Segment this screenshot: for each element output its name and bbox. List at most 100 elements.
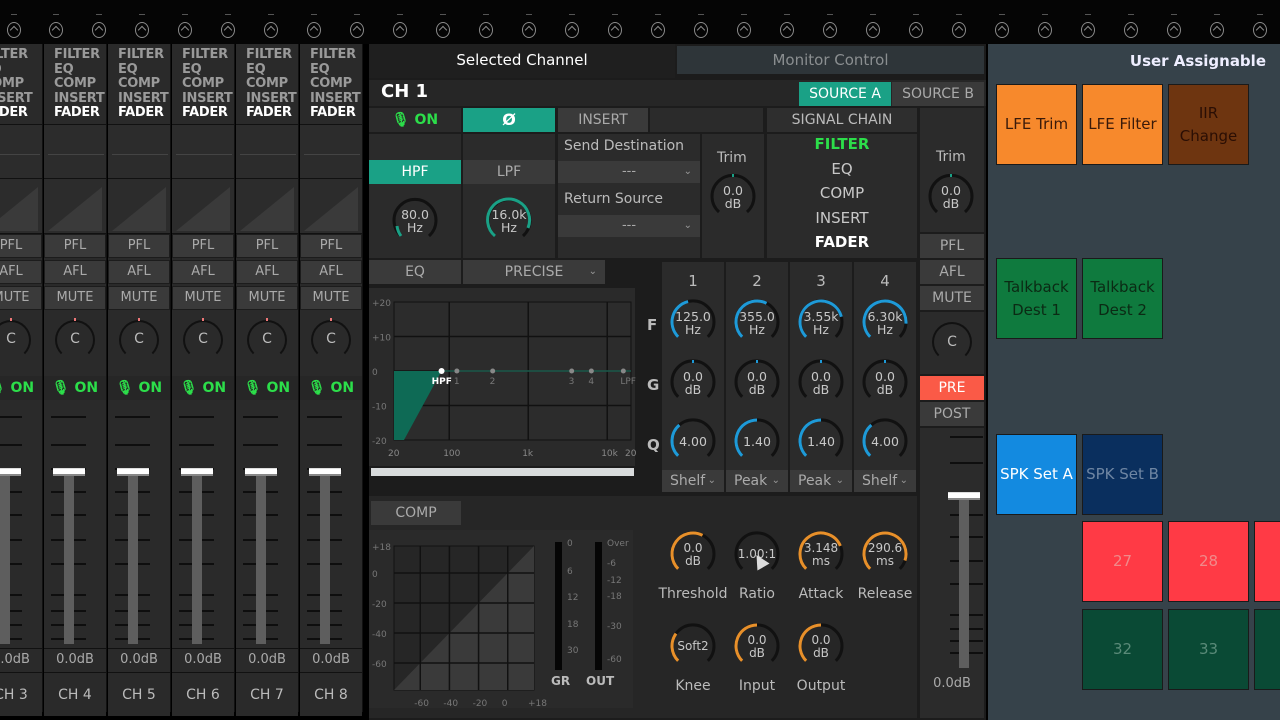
signal-chain-item[interactable]: FADER bbox=[767, 233, 917, 251]
meter-icon[interactable] bbox=[1210, 22, 1224, 38]
phase-invert-button[interactable]: Ø bbox=[463, 108, 555, 132]
signal-chain-summary[interactable]: FILTEREQCOMPINSERTFADER bbox=[310, 47, 361, 121]
eq-frequency-knob[interactable]: 3.55k Hz bbox=[797, 298, 845, 346]
afl-button[interactable]: AFL bbox=[44, 260, 106, 284]
meter-icon[interactable] bbox=[178, 22, 192, 38]
meter-icon[interactable] bbox=[737, 22, 751, 38]
signal-chain-summary[interactable]: FILTEREQCOMPINSERTFADER bbox=[182, 47, 233, 121]
meter-icon[interactable] bbox=[1038, 22, 1052, 38]
eq-graph-scrollbar[interactable] bbox=[371, 468, 634, 476]
eq-band-point[interactable] bbox=[490, 368, 496, 374]
hpf-button[interactable]: HPF bbox=[369, 160, 461, 184]
send-destination-select[interactable]: --- ⌄ bbox=[558, 161, 700, 183]
user-assignable-button[interactable]: SPK Set B bbox=[1082, 434, 1163, 515]
meter-icon[interactable] bbox=[393, 22, 407, 38]
channel-on-button[interactable]: 🎙 ON bbox=[369, 108, 461, 132]
meter-icon[interactable] bbox=[307, 22, 321, 38]
pan-knob[interactable]: C bbox=[311, 320, 351, 360]
fader-track[interactable] bbox=[128, 474, 138, 644]
eq-q-knob[interactable]: 4.00 bbox=[669, 417, 717, 465]
afl-button[interactable]: AFL bbox=[108, 260, 170, 284]
signal-chain-summary[interactable]: FILTEREQCOMPINSERTFADER bbox=[54, 47, 105, 121]
signal-chain-item[interactable]: INSERT bbox=[767, 209, 917, 227]
eq-button[interactable]: EQ bbox=[369, 260, 461, 284]
signal-chain-item[interactable]: COMP bbox=[767, 184, 917, 202]
comp-curve-thumbnail[interactable] bbox=[108, 178, 170, 234]
meter-icon[interactable] bbox=[909, 22, 923, 38]
user-assignable-button[interactable]: SPK Set A bbox=[996, 434, 1077, 515]
eq-frequency-knob[interactable]: 355.0 Hz bbox=[733, 298, 781, 346]
eq-band-point[interactable] bbox=[620, 368, 626, 374]
meter-icon[interactable] bbox=[608, 22, 622, 38]
fader-handle[interactable] bbox=[53, 468, 85, 476]
meter-icon[interactable] bbox=[135, 22, 149, 38]
mute-button[interactable]: MUTE bbox=[44, 286, 106, 310]
comp-threshold-knob[interactable]: 0.0 dB bbox=[669, 530, 717, 578]
pfl-button[interactable]: PFL bbox=[44, 234, 106, 258]
mute-button[interactable]: MUTE bbox=[108, 286, 170, 310]
eq-q-knob[interactable]: 1.40 bbox=[733, 417, 781, 465]
meter-icon[interactable] bbox=[823, 22, 837, 38]
trim-knob[interactable]: 0.0 dB bbox=[709, 172, 757, 220]
comp-curve-thumbnail[interactable] bbox=[236, 178, 298, 234]
selected-fader-handle[interactable] bbox=[948, 492, 980, 500]
eq-band-type-select[interactable]: Shelf ⌄ bbox=[854, 470, 916, 492]
comp-curve-thumbnail[interactable] bbox=[172, 178, 234, 234]
meter-icon[interactable] bbox=[264, 22, 278, 38]
meter-icon[interactable] bbox=[694, 22, 708, 38]
meter-icon[interactable] bbox=[49, 22, 63, 38]
meter-icon[interactable] bbox=[1253, 22, 1267, 38]
fader-track[interactable] bbox=[0, 474, 10, 644]
source-b-button[interactable]: SOURCE B bbox=[892, 82, 984, 106]
signal-chain-item[interactable]: FILTER bbox=[767, 135, 917, 153]
fader-handle[interactable] bbox=[117, 468, 149, 476]
pan-knob[interactable]: C bbox=[932, 322, 972, 362]
meter-icon[interactable] bbox=[651, 22, 665, 38]
user-assignable-button[interactable]: 33 bbox=[1168, 609, 1249, 690]
signal-chain-summary[interactable]: FILTEREQCOMPINSERTFADER bbox=[0, 47, 33, 121]
pan-knob[interactable]: C bbox=[55, 320, 95, 360]
pfl-button[interactable]: PFL bbox=[172, 234, 234, 258]
pfl-button[interactable]: PFL bbox=[108, 234, 170, 258]
comp-curve-thumbnail[interactable] bbox=[44, 178, 106, 234]
user-assignable-button[interactable]: LFE Trim bbox=[996, 84, 1077, 165]
user-assignable-button[interactable]: Talkback Dest 2 bbox=[1082, 258, 1163, 339]
meter-icon[interactable] bbox=[565, 22, 579, 38]
pfl-button[interactable]: PFL bbox=[0, 234, 42, 258]
mute-button[interactable]: MUTE bbox=[0, 286, 42, 310]
user-assignable-button[interactable]: 28 bbox=[1168, 521, 1249, 602]
tab-selected-channel[interactable]: Selected Channel bbox=[369, 44, 675, 78]
eq-gain-knob[interactable]: 0.0 dB bbox=[669, 358, 717, 406]
user-assignable-button[interactable]: 27 bbox=[1082, 521, 1163, 602]
signal-chain-summary[interactable]: FILTEREQCOMPINSERTFADER bbox=[118, 47, 169, 121]
meter-icon[interactable] bbox=[350, 22, 364, 38]
afl-button[interactable]: AFL bbox=[236, 260, 298, 284]
user-assignable-button[interactable] bbox=[1254, 609, 1280, 690]
comp-input-knob[interactable]: 0.0 dB bbox=[733, 622, 781, 670]
meter-icon[interactable] bbox=[952, 22, 966, 38]
mute-button[interactable]: MUTE bbox=[920, 286, 984, 310]
user-assignable-button[interactable]: 32 bbox=[1082, 609, 1163, 690]
comp-curve-thumbnail[interactable] bbox=[0, 178, 42, 234]
eq-frequency-knob[interactable]: 125.0 Hz bbox=[669, 298, 717, 346]
channel-name[interactable]: CH 3 bbox=[0, 672, 42, 716]
tab-monitor-control[interactable]: Monitor Control bbox=[677, 46, 984, 74]
selected-fader-track[interactable] bbox=[959, 496, 969, 668]
fader-handle[interactable] bbox=[0, 468, 21, 476]
signal-chain-summary[interactable]: FILTEREQCOMPINSERTFADER bbox=[246, 47, 297, 121]
meter-icon[interactable] bbox=[995, 22, 1009, 38]
meter-icon[interactable] bbox=[221, 22, 235, 38]
meter-icon[interactable] bbox=[866, 22, 880, 38]
comp-curve-thumbnail[interactable] bbox=[300, 178, 362, 234]
comp-attack-knob[interactable]: 3.148 ms bbox=[797, 530, 845, 578]
mute-button[interactable]: MUTE bbox=[300, 286, 362, 310]
eq-frequency-knob[interactable]: 6.30k Hz bbox=[861, 298, 909, 346]
channel-name[interactable]: CH 6 bbox=[172, 672, 234, 716]
channel-name[interactable]: CH 7 bbox=[236, 672, 298, 716]
comp-button[interactable]: COMP bbox=[371, 501, 461, 525]
user-assignable-button[interactable]: LFE Filter bbox=[1082, 84, 1163, 165]
signal-chain-item[interactable]: EQ bbox=[767, 160, 917, 178]
eq-gain-knob[interactable]: 0.0 dB bbox=[861, 358, 909, 406]
fader-handle[interactable] bbox=[309, 468, 341, 476]
user-assignable-button[interactable]: Talkback Dest 1 bbox=[996, 258, 1077, 339]
